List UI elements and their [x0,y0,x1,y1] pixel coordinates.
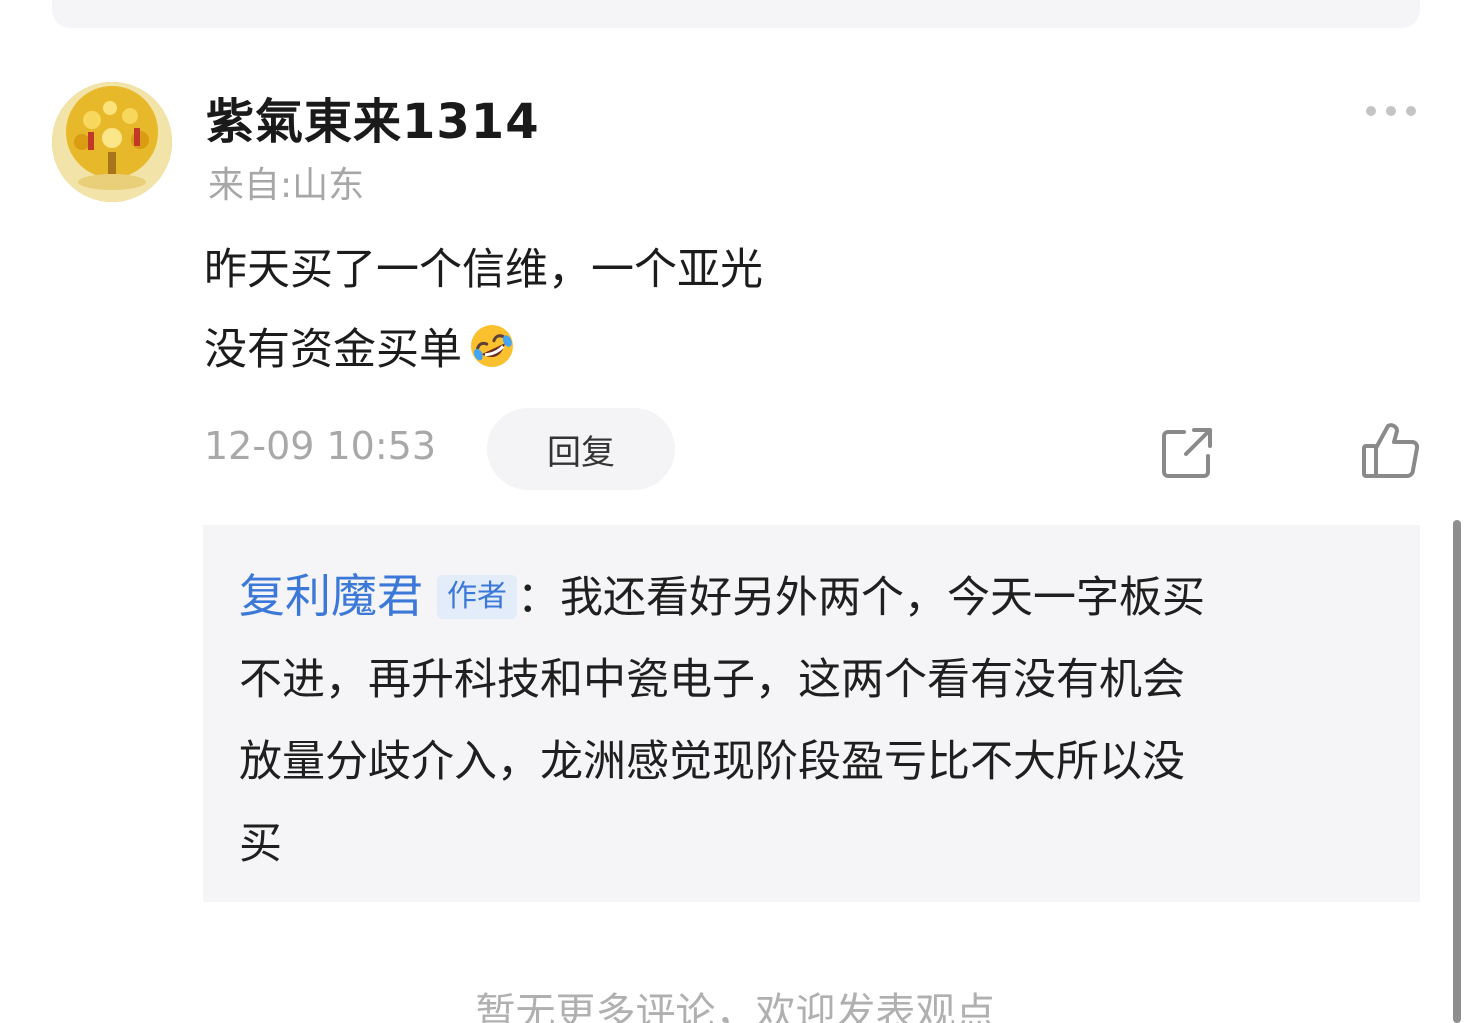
more-dots-icon[interactable] [1360,94,1424,128]
comment-line: 没有资金买单 [204,325,462,375]
comment-line-with-emoji: 没有资金买单 [204,310,1404,390]
reply-thread: 复利魔君 作者 ：我还看好另外两个，今天一字板买 不进，再升科技和中瓷电子，这两个看… [203,525,1420,902]
rolling-on-floor-laughing-emoji-icon [471,325,513,367]
comment-line: 昨天买了一个信维，一个亚光 [204,245,763,295]
avatar[interactable] [52,82,172,202]
thumbs-up-icon[interactable] [1358,418,1422,482]
reply-line: 放量分歧介入，龙洲感觉现阶段盈亏比不大所以没 [239,737,1185,787]
previous-comment-card [52,0,1420,28]
dot [1386,106,1396,116]
comment-body: 昨天买了一个信维，一个亚光 没有资金买单 [204,230,1404,390]
reply-line: 不进，再升科技和中瓷电子，这两个看有没有机会 [239,655,1185,705]
comment-page: 紫氣東来1314 来自:山东 昨天买了一个信维，一个亚光 没有资金买单 12-0… [0,0,1471,1023]
location-label: 来自:山东 [208,165,365,206]
reply-button[interactable]: 回复 [487,408,675,490]
reply-body: 复利魔君 作者 ：我还看好另外两个，今天一字板买 不进，再升科技和中瓷电子，这两个看… [239,555,1379,885]
comment-timestamp: 12-09 10:53 [204,424,437,468]
reply-author-name[interactable]: 复利魔君 [239,569,423,623]
no-more-comments-note: 暂无更多评论，欢迎发表观点 [475,990,996,1023]
username[interactable]: 紫氣東来1314 [206,82,540,152]
share-icon[interactable] [1158,422,1218,482]
scrollbar[interactable] [1453,520,1461,1023]
dot [1366,106,1376,116]
avatar-image [52,82,172,202]
reply-first-line: 复利魔君 作者 ：我还看好另外两个，今天一字板买 [239,555,1379,639]
reply-line: 买 [239,819,282,869]
reply-line: 我还看好另外两个，今天一字板买 [560,573,1205,623]
dot [1406,106,1416,116]
author-badge: 作者 [437,575,517,619]
reply-separator: ： [517,573,560,623]
